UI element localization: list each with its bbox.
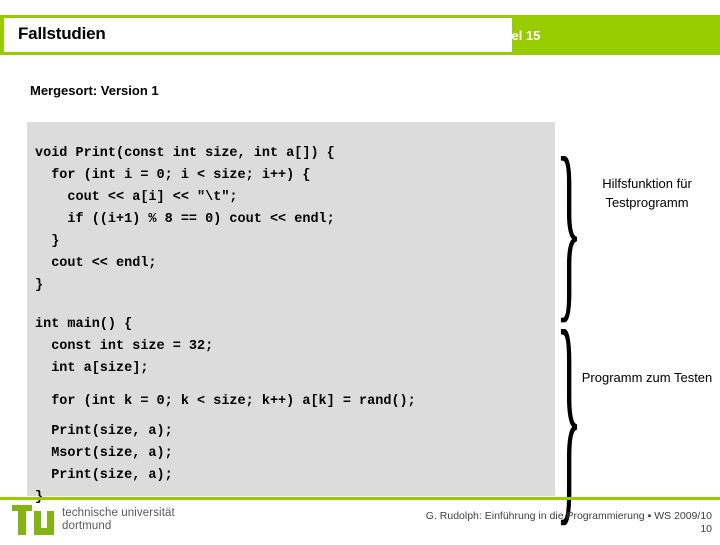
footer-credit-text: G. Rudolph: Einführung in die Programmie…: [425, 510, 712, 522]
slide-subtitle: Mergesort: Version 1: [30, 83, 159, 98]
tu-logo-line-2: dortmund: [62, 520, 112, 532]
tu-logo-icon: [12, 505, 54, 535]
code-listing-print-function: void Print(const int size, int a[]) { fo…: [35, 145, 335, 293]
code-listing-main-declarations: int main() { const int size = 32; int a[…: [35, 316, 214, 376]
annotation-test-program: Programm zum Testen: [581, 370, 713, 385]
footer-page-number: 10: [700, 523, 712, 535]
code-listing-main-calls: Print(size, a); Msort(size, a); Print(si…: [35, 423, 173, 505]
code-listing-main-fill-loop: for (int k = 0; k < size; k++) a[k] = ra…: [35, 393, 416, 409]
tu-dortmund-logo: technische universität dortmund: [12, 505, 212, 535]
annotation-helper-function: Hilfsfunktion für Testprogramm: [602, 176, 692, 210]
page-title: Fallstudien: [18, 24, 106, 43]
code-panel: void Print(const int size, int a[]) { fo…: [27, 122, 555, 505]
chapter-label: Kapitel 15: [479, 28, 541, 43]
tu-logo-wordmark: technische universität dortmund: [62, 507, 175, 533]
footer-divider: [0, 497, 720, 500]
tu-logo-line-1: technische universität: [62, 507, 175, 519]
